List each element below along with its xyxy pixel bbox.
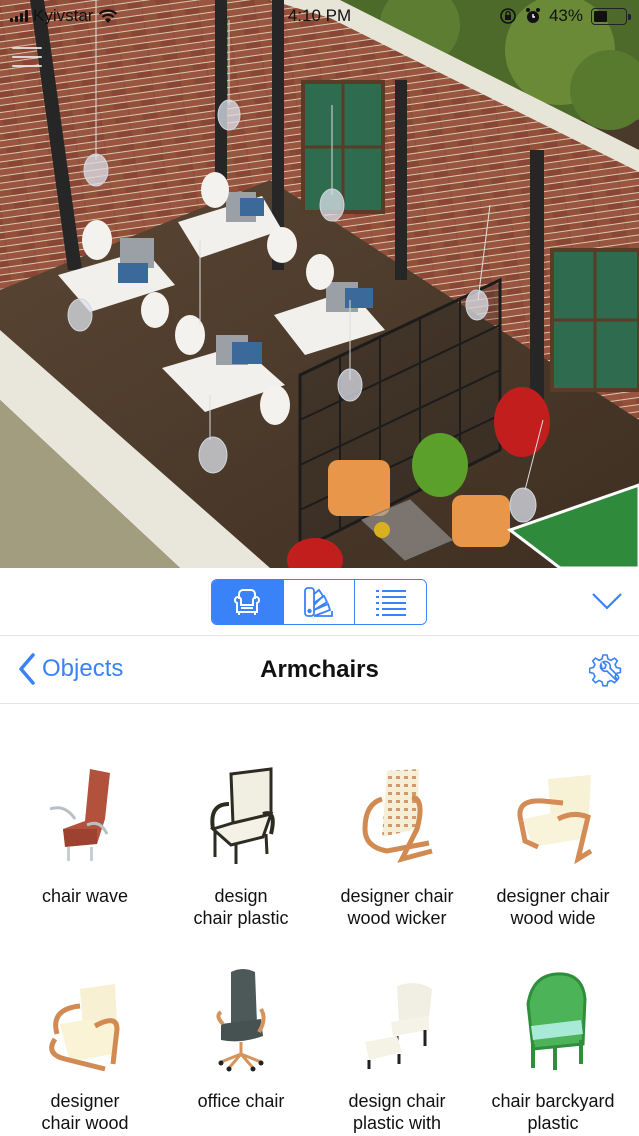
catalog-item[interactable]: chair wave xyxy=(7,755,163,907)
3d-scene-viewport[interactable]: Kyivstar 4:10 PM 43% xyxy=(0,0,639,568)
pouf-orange xyxy=(328,460,390,516)
catalog-item[interactable]: chair barckyard plastic xyxy=(475,960,631,1134)
collapse-panel-button[interactable] xyxy=(591,588,623,614)
scene-render[interactable] xyxy=(0,0,639,568)
catalog-item-label: chair barckyard plastic xyxy=(491,1091,615,1133)
catalog-item[interactable]: office chair xyxy=(163,960,319,1112)
gear-wrench-icon xyxy=(588,654,622,687)
catalog-item-label: designer chair wood wide xyxy=(496,886,610,928)
battery-icon xyxy=(591,7,631,25)
catalog-item-label: design chair plastic with xyxy=(348,1091,446,1133)
catalog-item[interactable]: design chair plastic xyxy=(163,755,319,929)
navigation-bar: Objects Armchairs xyxy=(0,637,639,704)
design-chair-plastic-with-ottoman-thumbnail xyxy=(342,960,452,1078)
pouf-orange xyxy=(452,495,510,547)
catalog-item-label: chair wave xyxy=(41,886,129,906)
design-chair-plastic-thumbnail xyxy=(186,755,296,873)
status-bar: Kyivstar 4:10 PM 43% xyxy=(0,0,639,34)
catalog-item[interactable]: designer chair wood wicker xyxy=(319,755,475,929)
back-button-label: Objects xyxy=(42,655,124,682)
catalog-item-label: design chair plastic xyxy=(193,886,289,928)
alarm-icon xyxy=(525,8,540,23)
tab-materials[interactable] xyxy=(283,580,356,624)
tab-list[interactable] xyxy=(355,580,426,624)
catalog-item[interactable]: designer chair wood xyxy=(7,960,163,1134)
list-icon xyxy=(375,590,406,616)
chair-backyard-plastic-thumbnail xyxy=(498,960,608,1078)
orientation-lock-icon xyxy=(500,8,516,24)
settings-button[interactable] xyxy=(588,653,623,687)
window xyxy=(301,80,385,214)
designer-chair-wood-thumbnail xyxy=(30,960,140,1078)
bean-bag-red xyxy=(494,387,550,457)
chevron-left-icon xyxy=(19,653,35,685)
catalog-item-label: designer chair wood wicker xyxy=(340,886,454,928)
tab-furniture[interactable] xyxy=(212,580,284,624)
catalog-item[interactable]: designer chair wood wide xyxy=(475,755,631,929)
catalog-item-label: office chair xyxy=(197,1091,285,1111)
chair-wave-thumbnail xyxy=(30,755,140,873)
battery-percent: 43% xyxy=(548,6,583,25)
hamburger-menu-icon[interactable] xyxy=(10,44,44,70)
chevron-down-icon xyxy=(592,593,622,610)
bottom-panel-toolbar xyxy=(0,568,639,636)
color-swatch-icon xyxy=(304,587,333,617)
armchair-catalog-grid: chair wave design chair plastic designer… xyxy=(0,705,639,1136)
catalog-item-label: designer chair wood xyxy=(41,1091,129,1133)
window xyxy=(550,248,639,392)
battery-level-fill xyxy=(594,10,607,22)
armchair-icon xyxy=(234,589,261,615)
office-chair-thumbnail xyxy=(186,960,296,1078)
bean-bag-green xyxy=(412,433,468,497)
catalog-item[interactable]: design chair plastic with xyxy=(319,960,475,1134)
designer-chair-wood-wide-thumbnail xyxy=(498,755,608,873)
mode-segmented-control xyxy=(211,579,427,625)
designer-chair-wood-wicker-thumbnail xyxy=(342,755,452,873)
back-button[interactable]: Objects xyxy=(18,653,123,685)
